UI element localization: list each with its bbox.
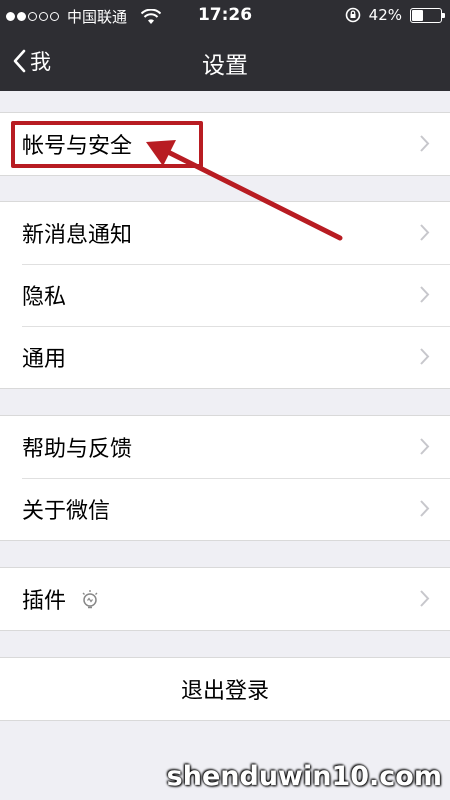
settings-item-label: 隐私 [22, 285, 67, 310]
status-right: 42% [345, 6, 445, 24]
settings-item-general[interactable]: 通用 [0, 326, 450, 388]
page-title: 设置 [202, 53, 248, 79]
rotation-lock-icon [345, 7, 360, 23]
settings-item-label: 通用 [22, 347, 67, 372]
settings-group-help: 帮助与反馈 关于微信 [0, 415, 450, 541]
chevron-right-icon [420, 224, 430, 241]
settings-item-privacy[interactable]: 隐私 [0, 264, 450, 326]
settings-item-plugins[interactable]: 插件 [0, 568, 450, 630]
settings-item-help-feedback[interactable]: 帮助与反馈 [0, 416, 450, 478]
top-bar: 中国联通 17:26 42% 我 设置 [0, 0, 450, 91]
chevron-right-icon [420, 500, 430, 517]
chevron-right-icon [420, 590, 430, 607]
status-bar: 中国联通 17:26 42% [0, 0, 450, 34]
settings-item-label: 新消息通知 [22, 223, 133, 248]
watermark: shenduwin10.com [166, 761, 442, 792]
settings-group-general: 新消息通知 隐私 通用 [0, 201, 450, 389]
battery-percent: 42% [368, 6, 402, 24]
logout-group: 退出登录 [0, 657, 450, 721]
battery-icon [410, 7, 445, 23]
logout-label: 退出登录 [180, 679, 269, 704]
battery-level [412, 9, 423, 21]
lightbulb-icon [82, 590, 98, 609]
settings-item-label: 插件 [22, 589, 67, 614]
chevron-right-icon [420, 348, 430, 365]
logout-button[interactable]: 退出登录 [0, 658, 450, 720]
settings-item-notifications[interactable]: 新消息通知 [0, 202, 450, 264]
chevron-right-icon [420, 135, 430, 152]
chevron-right-icon [420, 438, 430, 455]
settings-item-about-wechat[interactable]: 关于微信 [0, 478, 450, 540]
settings-group-plugins: 插件 [0, 567, 450, 631]
annotation-highlight-box [11, 121, 203, 168]
chevron-right-icon [420, 286, 430, 303]
settings-item-label: 帮助与反馈 [22, 437, 133, 462]
navigation-bar: 我 设置 [0, 34, 450, 91]
settings-item-label: 关于微信 [22, 499, 111, 524]
